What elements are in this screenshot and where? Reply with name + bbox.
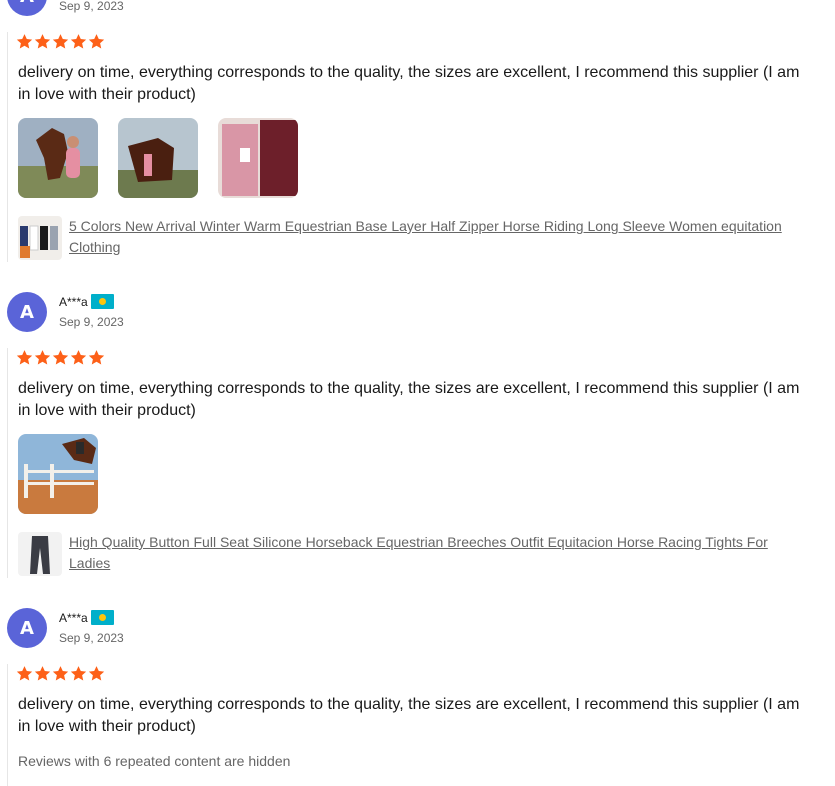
star-icon	[34, 34, 51, 49]
star-icon	[88, 666, 105, 681]
divider	[7, 348, 8, 578]
reviewer-name: A***a	[59, 610, 114, 625]
review-photo[interactable]	[118, 118, 198, 198]
review-photos	[18, 434, 98, 514]
star-icon	[88, 350, 105, 365]
review-photo[interactable]	[18, 118, 98, 198]
review-date: Sep 9, 2023	[59, 315, 124, 329]
review-date: Sep 9, 2023	[59, 0, 124, 13]
avatar: A	[7, 292, 47, 332]
hidden-reviews-note: Reviews with 6 repeated content are hidd…	[18, 753, 291, 769]
star-icon	[16, 350, 33, 365]
reviewer-name: A***a	[59, 294, 114, 309]
star-icon	[16, 34, 33, 49]
divider	[7, 32, 8, 262]
product-thumbnail	[18, 216, 62, 260]
product-link-row[interactable]: High Quality Button Full Seat Silicone H…	[18, 532, 809, 576]
star-icon	[52, 34, 69, 49]
divider	[7, 664, 8, 786]
star-rating	[16, 665, 105, 682]
review-text: delivery on time, everything corresponds…	[18, 696, 800, 735]
star-rating	[16, 33, 105, 50]
review-text: delivery on time, everything corresponds…	[18, 64, 800, 103]
product-link-row[interactable]: 5 Colors New Arrival Winter Warm Equestr…	[18, 216, 809, 260]
review-photo[interactable]	[18, 434, 98, 514]
star-icon	[70, 666, 87, 681]
star-icon	[52, 350, 69, 365]
star-rating	[16, 349, 105, 366]
star-icon	[16, 666, 33, 681]
star-icon	[88, 34, 105, 49]
kazakhstan-flag-icon	[90, 294, 114, 309]
star-icon	[34, 350, 51, 365]
review-photos	[18, 118, 298, 198]
star-icon	[52, 666, 69, 681]
product-link[interactable]: High Quality Button Full Seat Silicone H…	[69, 532, 809, 576]
star-icon	[70, 350, 87, 365]
star-icon	[70, 34, 87, 49]
product-thumbnail	[18, 532, 62, 576]
review-text: delivery on time, everything corresponds…	[18, 380, 800, 419]
avatar: A	[7, 0, 47, 16]
star-icon	[34, 666, 51, 681]
product-link[interactable]: 5 Colors New Arrival Winter Warm Equestr…	[69, 216, 809, 260]
avatar: A	[7, 608, 47, 648]
review-date: Sep 9, 2023	[59, 631, 124, 645]
kazakhstan-flag-icon	[90, 610, 114, 625]
review-photo[interactable]	[218, 118, 298, 198]
